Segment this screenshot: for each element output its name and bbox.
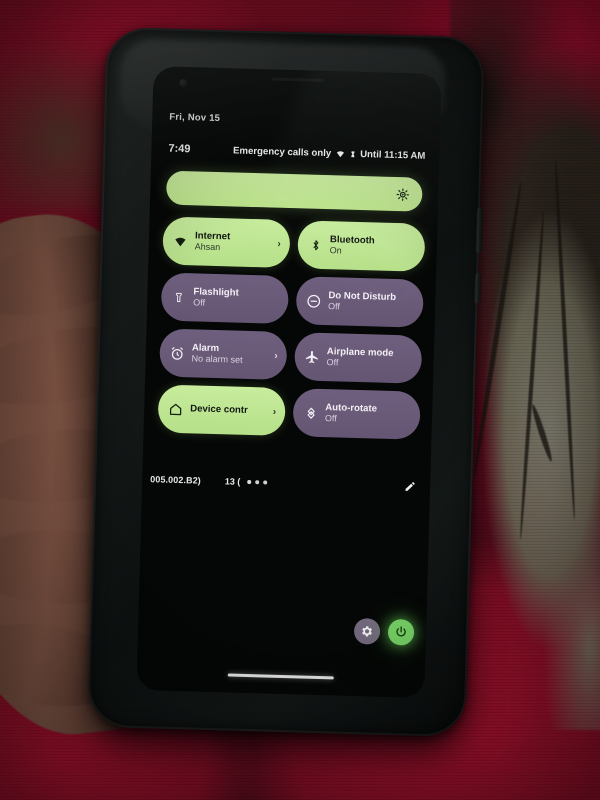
case-edge-highlight — [87, 27, 484, 737]
photo-canvas: Fri, Nov 15 7:49 Emergency calls only Un… — [0, 0, 600, 800]
phone-device: Fri, Nov 15 7:49 Emergency calls only Un… — [87, 26, 485, 738]
